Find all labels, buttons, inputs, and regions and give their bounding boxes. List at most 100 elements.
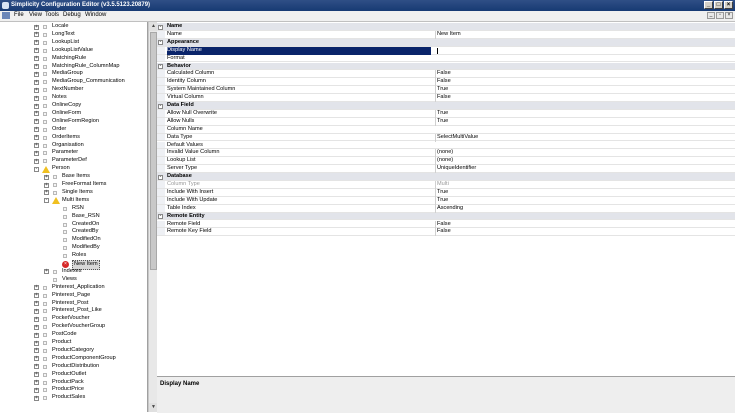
expand-icon[interactable]: + (34, 103, 39, 109)
tree-item[interactable]: + Base Items (0, 173, 147, 181)
property-category[interactable]: - Name (157, 23, 735, 31)
expand-icon[interactable]: + (34, 324, 39, 330)
expand-icon[interactable]: + (34, 135, 39, 141)
expand-icon[interactable]: + (34, 150, 39, 156)
menu-tools[interactable]: Tools (45, 12, 59, 18)
property-value[interactable]: False (435, 228, 451, 237)
tree-item[interactable]: + OrderItems (0, 134, 147, 142)
tree-item[interactable]: + LongText (0, 31, 147, 39)
property-row[interactable]: Allow Null Overwrite True (157, 109, 735, 118)
tree-item[interactable]: + Locale (0, 23, 147, 31)
property-value[interactable]: False (435, 220, 451, 229)
expand-icon[interactable]: + (34, 143, 39, 148)
property-row[interactable]: Name New Item (157, 30, 735, 39)
expand-icon[interactable]: + (34, 316, 39, 322)
property-row[interactable]: Allow Nulls True (157, 117, 735, 126)
tree-item[interactable]: + OnlineForm (0, 110, 147, 118)
tree-item[interactable]: + ProductCategory (0, 347, 147, 355)
property-row[interactable]: Data Type SelectMultiValue (157, 133, 735, 142)
expand-icon[interactable]: + (34, 340, 39, 346)
tree-item[interactable]: ModifiedBy (0, 244, 147, 252)
tree-item[interactable]: + MatchingRule_ColumnMap (0, 63, 147, 71)
tree-item[interactable]: + Single Items (0, 189, 147, 197)
tree-item[interactable]: CreatedOn (0, 221, 147, 229)
expand-icon[interactable]: + (34, 301, 39, 306)
tree-item[interactable]: + PocketVoucherGroup (0, 323, 147, 331)
expand-icon[interactable]: + (34, 380, 39, 385)
tree-item[interactable]: + ProductOutlet (0, 371, 147, 379)
property-row[interactable]: Remote Key Field False (157, 228, 735, 237)
expand-icon[interactable]: + (34, 119, 39, 125)
tree-item[interactable]: + Pinterest_Page (0, 292, 147, 300)
tree-item[interactable]: + MediaGroup (0, 70, 147, 78)
expand-icon[interactable]: + (34, 24, 39, 30)
property-row[interactable]: Identity Column False (157, 78, 735, 87)
expand-icon[interactable]: + (34, 158, 39, 164)
tree-item[interactable]: + ProductPrice (0, 386, 147, 394)
expand-icon[interactable]: + (34, 111, 39, 117)
maximize-button[interactable]: □ (714, 1, 723, 9)
expand-icon[interactable]: + (34, 332, 39, 338)
expand-icon[interactable]: + (34, 395, 39, 401)
scroll-thumb[interactable] (150, 32, 157, 270)
property-value[interactable]: Multi (435, 181, 449, 189)
tree-item[interactable]: + OnlineCopy (0, 102, 147, 110)
expand-icon[interactable]: + (34, 127, 39, 133)
mdi-restore-button[interactable]: ▫ (716, 12, 724, 19)
expand-icon[interactable]: + (34, 95, 39, 101)
property-grid[interactable]: - Name Name New Item - Appearance Display Name… (157, 22, 735, 376)
tree-item[interactable]: + LookupListValue (0, 47, 147, 55)
minimize-button[interactable]: _ (704, 1, 713, 9)
tree-item[interactable]: + ParameterDef (0, 157, 147, 165)
property-row[interactable]: Column Type Multi (157, 181, 735, 189)
property-value[interactable]: Ascending (435, 204, 463, 213)
collapse-icon[interactable]: - (158, 174, 163, 180)
property-value[interactable]: (none) (435, 149, 453, 158)
expand-icon[interactable]: + (34, 71, 39, 77)
tree-item[interactable]: + NextNumber (0, 86, 147, 94)
expand-icon[interactable]: + (34, 79, 39, 85)
tree-item[interactable]: × New Item (0, 260, 147, 270)
tree-item[interactable]: + Product (0, 339, 147, 347)
tree-item[interactable]: + MatchingRule (0, 55, 147, 63)
tree-item[interactable]: + PocketVoucher (0, 315, 147, 323)
menu-debug[interactable]: Debug (63, 12, 81, 18)
property-row[interactable]: Default Values (157, 141, 735, 150)
expand-icon[interactable]: + (34, 348, 39, 354)
property-value[interactable]: True (435, 196, 448, 205)
property-value[interactable]: UniqueIdentifier (435, 165, 476, 174)
property-value[interactable]: (none) (435, 157, 453, 166)
property-row[interactable]: Include With Update True (157, 196, 735, 205)
tree-item[interactable]: + ProductDistribution (0, 363, 147, 371)
expand-icon[interactable]: + (34, 56, 39, 62)
expand-icon[interactable]: + (34, 293, 39, 299)
tree-item[interactable]: + OnlineFormRegion (0, 118, 147, 126)
property-category[interactable]: - Appearance (157, 38, 735, 47)
mdi-close-button[interactable]: × (725, 12, 733, 19)
menu-view[interactable]: View (29, 12, 42, 18)
property-row[interactable]: Lookup List (none) (157, 157, 735, 166)
property-value[interactable]: False (435, 94, 451, 102)
expand-icon[interactable]: + (34, 40, 39, 46)
collapse-icon[interactable]: - (158, 64, 163, 69)
expand-icon[interactable]: + (44, 182, 49, 188)
expand-icon[interactable]: + (34, 356, 39, 362)
expand-icon[interactable]: + (44, 269, 49, 275)
expand-icon[interactable]: + (34, 48, 39, 54)
property-row[interactable]: Include With Insert True (157, 188, 735, 197)
property-value[interactable]: True (435, 188, 448, 197)
property-row[interactable]: Remote Field False (157, 220, 735, 229)
property-value[interactable]: False (435, 78, 451, 87)
tree-item[interactable]: Base_RSN (0, 213, 147, 221)
property-row[interactable]: Server Type UniqueIdentifier (157, 165, 735, 174)
expand-icon[interactable]: + (34, 87, 39, 93)
collapse-icon[interactable]: - (158, 24, 163, 30)
collapse-icon[interactable]: - (44, 198, 49, 204)
collapse-icon[interactable]: - (158, 40, 163, 46)
mdi-minimize-button[interactable]: _ (707, 12, 715, 19)
tree-item[interactable]: Views (0, 276, 147, 284)
property-value[interactable]: False (435, 70, 451, 79)
expand-icon[interactable]: + (34, 372, 39, 378)
menu-file[interactable]: File (14, 12, 24, 18)
tree-item[interactable]: CreatedBy (0, 228, 147, 236)
